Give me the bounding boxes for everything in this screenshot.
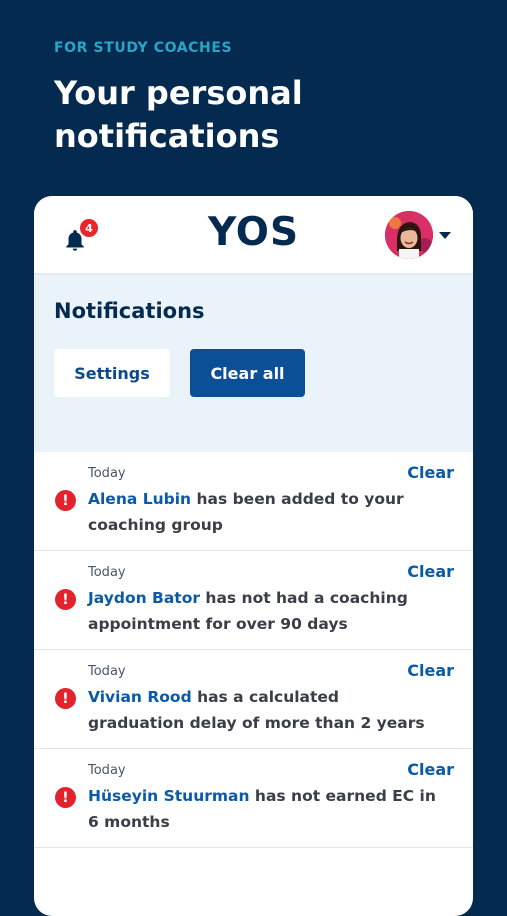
notification-actions: Settings Clear all (54, 349, 453, 397)
student-name-link[interactable]: Jaydon Bator (88, 589, 200, 607)
promo-eyebrow: FOR STUDY COACHES (54, 40, 233, 56)
alert-icon: ! (55, 787, 76, 808)
clear-all-button[interactable]: Clear all (190, 349, 305, 397)
notification-list: Today Clear ! Alena Lubin has been added… (34, 452, 473, 848)
student-name-link[interactable]: Vivian Rood (88, 688, 192, 706)
promo-headline: Your personal notifications (54, 74, 303, 155)
alert-icon: ! (55, 589, 76, 610)
notifications-header: Notifications Settings Clear all (34, 275, 473, 452)
notification-message: Vivian Rood has a calculated graduation … (88, 684, 438, 736)
user-avatar (385, 211, 433, 259)
notification-message: Jaydon Bator has not had a coaching appo… (88, 585, 438, 637)
notification-message: Hüseyin Stuurman has not earned EC in 6 … (88, 783, 438, 835)
student-name-link[interactable]: Alena Lubin (88, 490, 191, 508)
app-bar: 4 YOS (34, 196, 473, 275)
notification-item: Today Clear ! Alena Lubin has been added… (34, 452, 473, 551)
alert-icon: ! (55, 688, 76, 709)
phone-screen: 4 YOS Notifications Settings Clear all T… (34, 196, 473, 916)
notification-date: Today (88, 664, 126, 679)
notification-message: Alena Lubin has been added to your coach… (88, 486, 438, 538)
notification-date: Today (88, 466, 126, 481)
clear-notification-link[interactable]: Clear (407, 760, 454, 779)
notifications-title: Notifications (54, 299, 205, 323)
alert-icon: ! (55, 490, 76, 511)
student-name-link[interactable]: Hüseyin Stuurman (88, 787, 250, 805)
notification-item: Today Clear ! Hüseyin Stuurman has not e… (34, 749, 473, 848)
user-menu[interactable] (385, 210, 451, 260)
settings-button[interactable]: Settings (54, 349, 170, 397)
caret-down-icon (439, 231, 451, 239)
clear-notification-link[interactable]: Clear (407, 661, 454, 680)
notification-date: Today (88, 565, 126, 580)
notification-item: Today Clear ! Jaydon Bator has not had a… (34, 551, 473, 650)
notification-item: Today Clear ! Vivian Rood has a calculat… (34, 650, 473, 749)
notification-date: Today (88, 763, 126, 778)
clear-notification-link[interactable]: Clear (407, 463, 454, 482)
clear-notification-link[interactable]: Clear (407, 562, 454, 581)
